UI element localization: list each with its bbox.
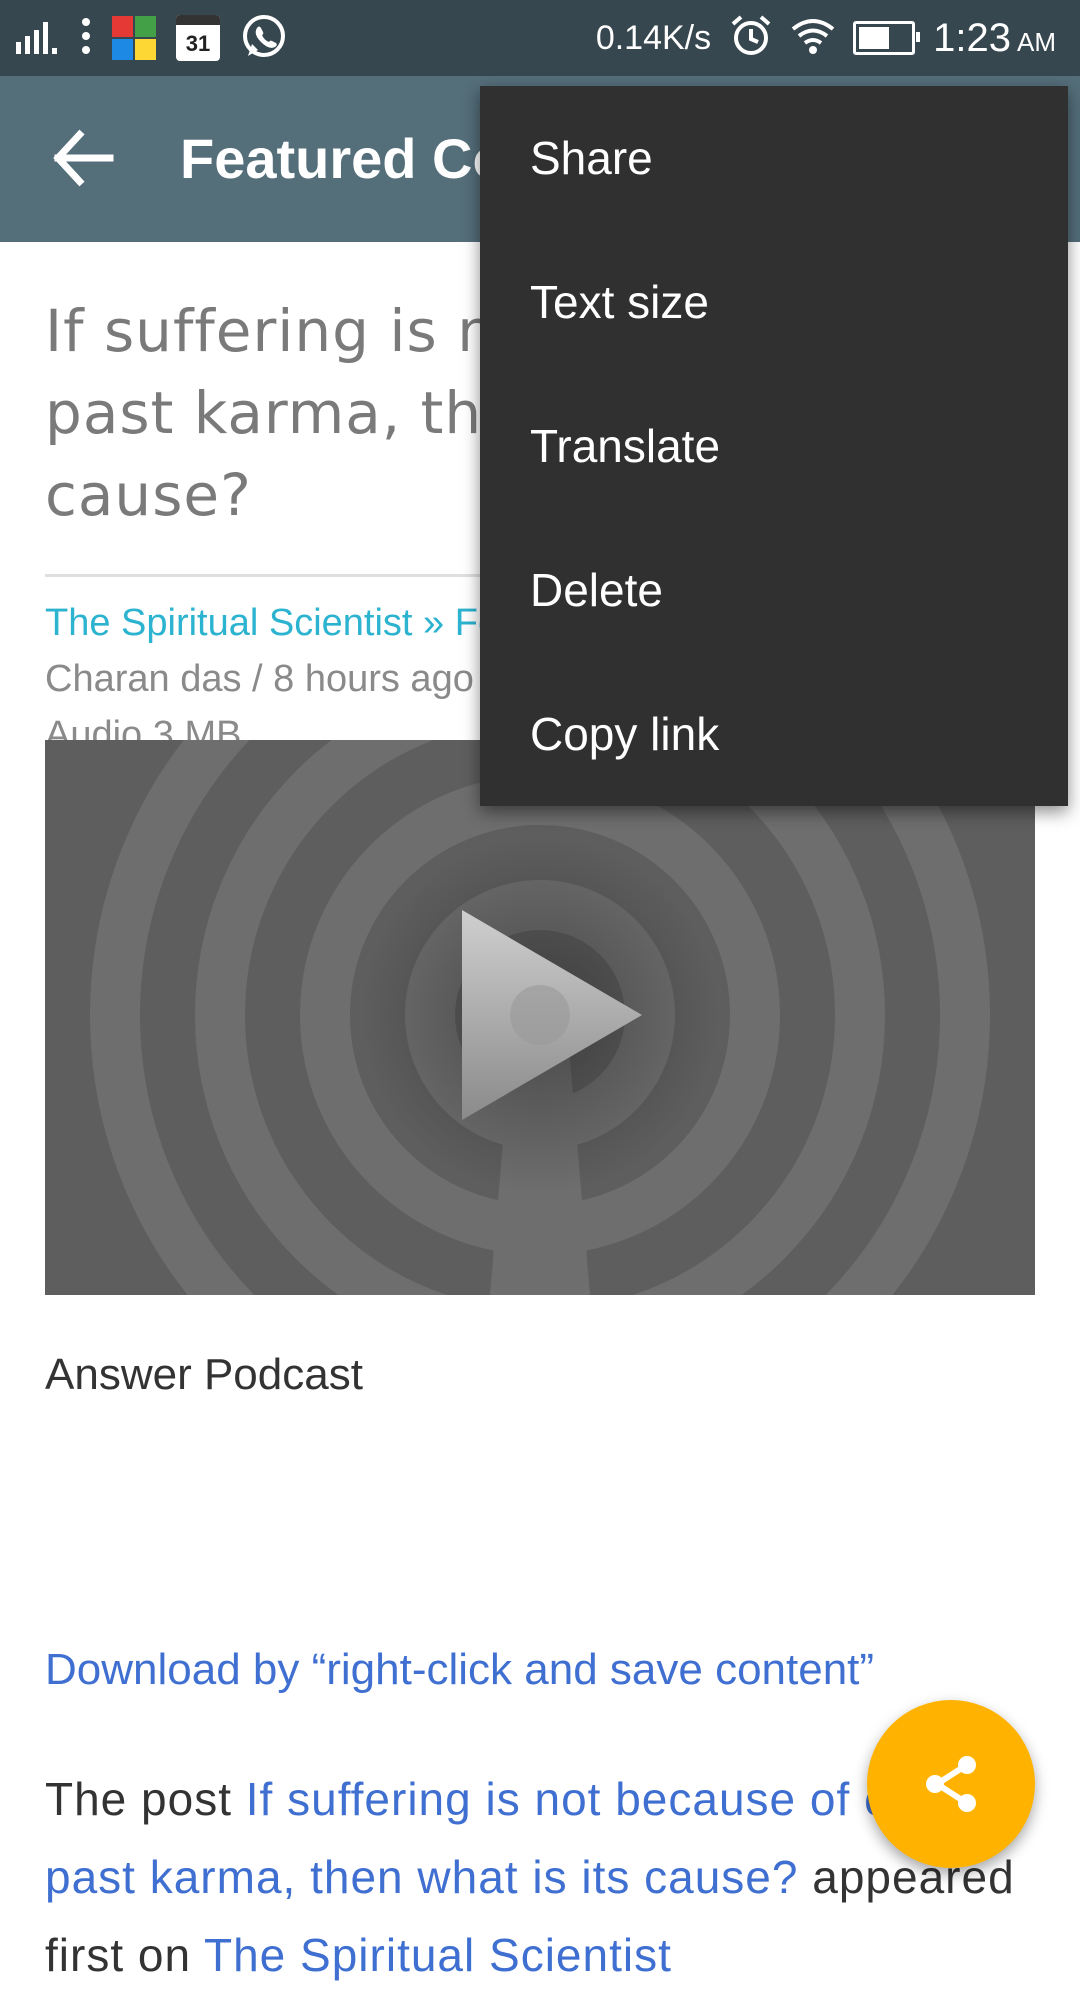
network-speed: 0.14K/s bbox=[595, 18, 712, 57]
battery-icon bbox=[853, 21, 921, 55]
more-vert-icon bbox=[80, 16, 92, 61]
clock: 1:23 AM bbox=[933, 16, 1056, 61]
share-icon bbox=[926, 1756, 976, 1812]
share-fab[interactable] bbox=[867, 1700, 1035, 1868]
alarm-icon bbox=[729, 14, 773, 63]
clock-time: 1:23 bbox=[933, 15, 1011, 60]
arrow-back-icon bbox=[53, 129, 114, 187]
whatsapp-icon bbox=[240, 12, 288, 65]
download-link[interactable]: Download by “right-click and save conten… bbox=[45, 1645, 874, 1695]
calendar-day: 31 bbox=[185, 31, 211, 56]
clock-ampm: AM bbox=[1017, 26, 1056, 57]
menu-item-copy-link[interactable]: Copy link bbox=[480, 662, 1068, 806]
menu-item-text-size[interactable]: Text size bbox=[480, 230, 1068, 374]
site-link[interactable]: The Spiritual Scientist bbox=[204, 1929, 672, 1981]
calendar-icon: 31 bbox=[176, 15, 220, 61]
media-caption: Answer Podcast bbox=[45, 1350, 363, 1399]
menu-item-translate[interactable]: Translate bbox=[480, 374, 1068, 518]
podcast-artwork bbox=[90, 740, 990, 1295]
menu-item-delete[interactable]: Delete bbox=[480, 518, 1068, 662]
battery-level bbox=[859, 27, 890, 49]
back-button[interactable] bbox=[50, 126, 120, 190]
overflow-menu: Share Text size Translate Delete Copy li… bbox=[480, 86, 1068, 806]
signal-icon bbox=[16, 18, 60, 59]
audio-player[interactable] bbox=[45, 740, 1035, 1295]
menu-item-share[interactable]: Share bbox=[480, 86, 1068, 230]
avg-icon bbox=[112, 16, 156, 60]
post-prefix: The post bbox=[45, 1773, 246, 1825]
status-bar: 31 0.14K/s 1:23 AM bbox=[0, 0, 1080, 76]
wifi-icon bbox=[791, 17, 835, 60]
